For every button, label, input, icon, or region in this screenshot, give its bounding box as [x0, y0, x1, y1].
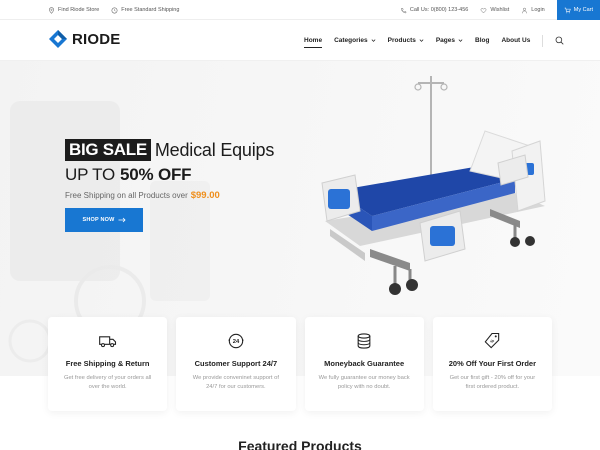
feature-description: Get free delivery of your orders all ove…: [63, 375, 152, 390]
wishlist-label: Wishlist: [490, 7, 510, 13]
nav-home[interactable]: Home: [304, 20, 323, 61]
feature-title: 20% Off Your First Order: [448, 359, 536, 368]
svg-text:24: 24: [233, 339, 240, 345]
phone-icon: [401, 7, 407, 13]
nav-blog-label: Blog: [475, 37, 490, 44]
nav-products-label: Products: [387, 37, 416, 44]
nav-categories[interactable]: Categories: [334, 20, 376, 61]
arrow-right-icon: [118, 217, 126, 223]
hero-discount: UP TO 50% OFF: [65, 165, 274, 185]
feature-title: Customer Support 24/7: [194, 359, 278, 368]
clock-icon: [111, 7, 118, 13]
feature-box: % 20% Off Your First Order Get our first…: [432, 317, 552, 411]
shipping-threshold-price: $99.00: [190, 190, 220, 201]
hero-title: Medical Equips: [154, 139, 275, 160]
feature-description: Get our first gift - 20% off for your fi…: [449, 375, 536, 390]
shipping-note-text: Free Shipping on all Products over: [65, 191, 188, 200]
feature-description: We fully guarantee our money back policy…: [318, 375, 410, 390]
main-header: RIODE Home Categories Products Pages Blo…: [0, 20, 600, 61]
price-tag-icon: %: [484, 332, 500, 349]
login-label: Login: [531, 7, 545, 13]
map-pin-icon: [49, 6, 54, 14]
my-cart-label: My Cart: [573, 7, 593, 13]
feature-title: Moneyback Guarantee: [324, 359, 405, 368]
discount-amount: 50% OFF: [120, 165, 192, 184]
find-store-label: Find Riode Store: [58, 7, 100, 13]
discount-prefix: UP TO: [65, 165, 116, 184]
feature-boxes: Free Shipping & Return Get free delivery…: [48, 317, 552, 411]
login-link[interactable]: Login: [521, 7, 545, 14]
user-icon: [522, 7, 528, 13]
cart-icon: [564, 7, 571, 13]
nav-categories-label: Categories: [334, 37, 368, 44]
heart-icon: [481, 7, 487, 13]
main-nav: Home Categories Products Pages Blog Abou…: [304, 20, 564, 61]
nav-home-label: Home: [304, 37, 323, 44]
logo-text: RIODE: [72, 30, 121, 48]
shop-now-button[interactable]: SHOP NOW: [65, 208, 143, 232]
nav-about-us-label: About Us: [501, 37, 531, 44]
my-cart-button[interactable]: My Cart: [556, 0, 600, 20]
wishlist-link[interactable]: Wishlist: [480, 7, 509, 14]
top-bar: Find Riode Store Free Standard Shipping …: [0, 0, 600, 20]
free-shipping-label: Free Standard Shipping: [121, 7, 180, 13]
nav-pages-label: Pages: [435, 37, 455, 44]
nav-products[interactable]: Products: [388, 20, 424, 61]
shop-now-label: SHOP NOW: [82, 217, 115, 223]
hero-shipping-note: Free Shipping on all Products over $99.0…: [65, 190, 274, 201]
call-us-label: Call Us: 0(800) 123-456: [409, 7, 469, 13]
support-24-icon: 24: [228, 333, 244, 349]
svg-text:%: %: [489, 338, 495, 344]
feature-description: We provide conveninet support of 24/7 fo…: [192, 375, 279, 390]
nav-about-us[interactable]: About Us: [501, 20, 530, 61]
featured-products-heading: Featured Products: [238, 438, 362, 450]
feature-box: Free Shipping & Return Get free delivery…: [48, 317, 168, 411]
coins-icon: [357, 333, 371, 349]
feature-title: Free Shipping & Return: [65, 359, 150, 368]
feature-box: 24 Customer Support 24/7 We provide conv…: [176, 317, 296, 411]
free-shipping-link[interactable]: Free Standard Shipping: [111, 7, 179, 14]
nav-divider: [542, 34, 544, 47]
nav-pages[interactable]: Pages: [436, 20, 463, 61]
chevron-down-icon: [419, 39, 424, 42]
truck-icon: [98, 336, 116, 348]
chevron-down-icon: [458, 39, 463, 42]
logo[interactable]: RIODE: [48, 29, 121, 49]
find-store-link[interactable]: Find Riode Store: [48, 6, 100, 14]
hospital-bed-image: [321, 76, 546, 295]
nav-blog[interactable]: Blog: [475, 20, 489, 61]
logo-diamond-icon: [49, 30, 67, 48]
chevron-down-icon: [371, 39, 376, 42]
feature-box: Moneyback Guarantee We fully guarantee o…: [304, 317, 424, 411]
hero-text: BIG SALE Medical Equips UP TO 50% OFF Fr…: [65, 139, 274, 201]
search-icon[interactable]: [555, 36, 564, 45]
call-us-link[interactable]: Call Us: 0(800) 123-456: [400, 7, 468, 14]
big-sale-badge: BIG SALE: [65, 139, 151, 161]
